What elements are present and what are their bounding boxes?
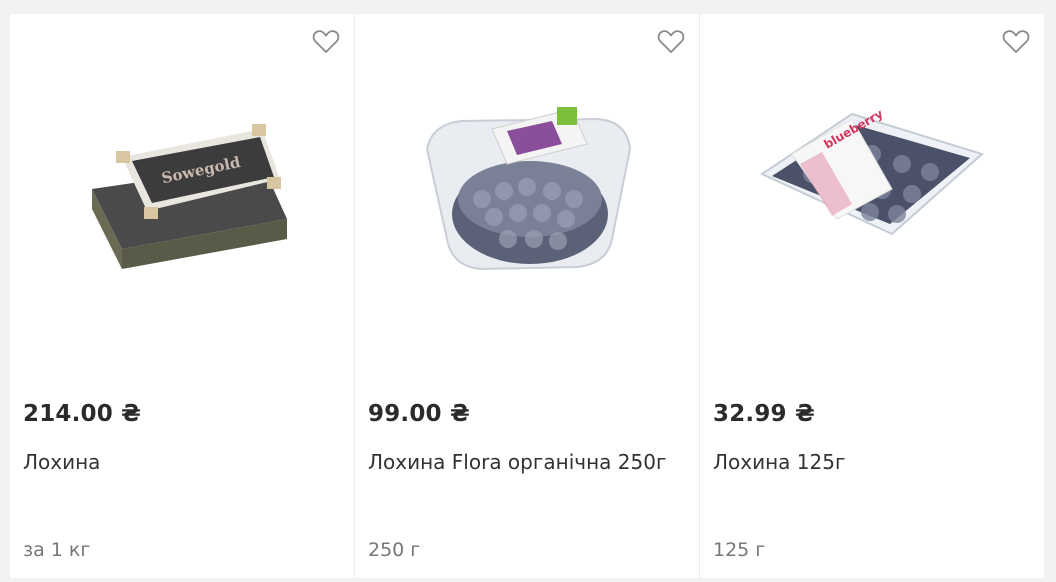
product-image[interactable]: Sowegold xyxy=(10,74,354,294)
product-card[interactable]: 99.00 ₴ Лохина Flora органічна 250г 250 … xyxy=(355,14,700,578)
product-card[interactable]: blueberry 32.99 ₴ Лохина 125г 125 г xyxy=(700,14,1044,578)
heart-icon[interactable] xyxy=(657,28,685,54)
product-price: 99.00 ₴ xyxy=(368,401,470,427)
product-price: 32.99 ₴ xyxy=(713,401,815,427)
product-name[interactable]: Лохина 125г xyxy=(713,450,845,474)
product-card[interactable]: Sowegold 214.00 ₴ Лохина за 1 кг xyxy=(10,14,355,578)
product-unit: за 1 кг xyxy=(23,539,91,561)
product-grid: Sowegold 214.00 ₴ Лохина за 1 кг 99.00 ₴… xyxy=(10,14,1044,578)
product-name[interactable]: Лохина xyxy=(23,450,100,474)
product-price: 214.00 ₴ xyxy=(23,401,142,427)
product-unit: 125 г xyxy=(713,539,766,561)
product-unit: 250 г xyxy=(368,539,421,561)
heart-icon[interactable] xyxy=(312,28,340,54)
product-name[interactable]: Лохина Flora органічна 250г xyxy=(368,450,666,474)
product-image[interactable]: blueberry xyxy=(700,74,1044,294)
product-image[interactable] xyxy=(355,74,699,294)
heart-icon[interactable] xyxy=(1002,28,1030,54)
